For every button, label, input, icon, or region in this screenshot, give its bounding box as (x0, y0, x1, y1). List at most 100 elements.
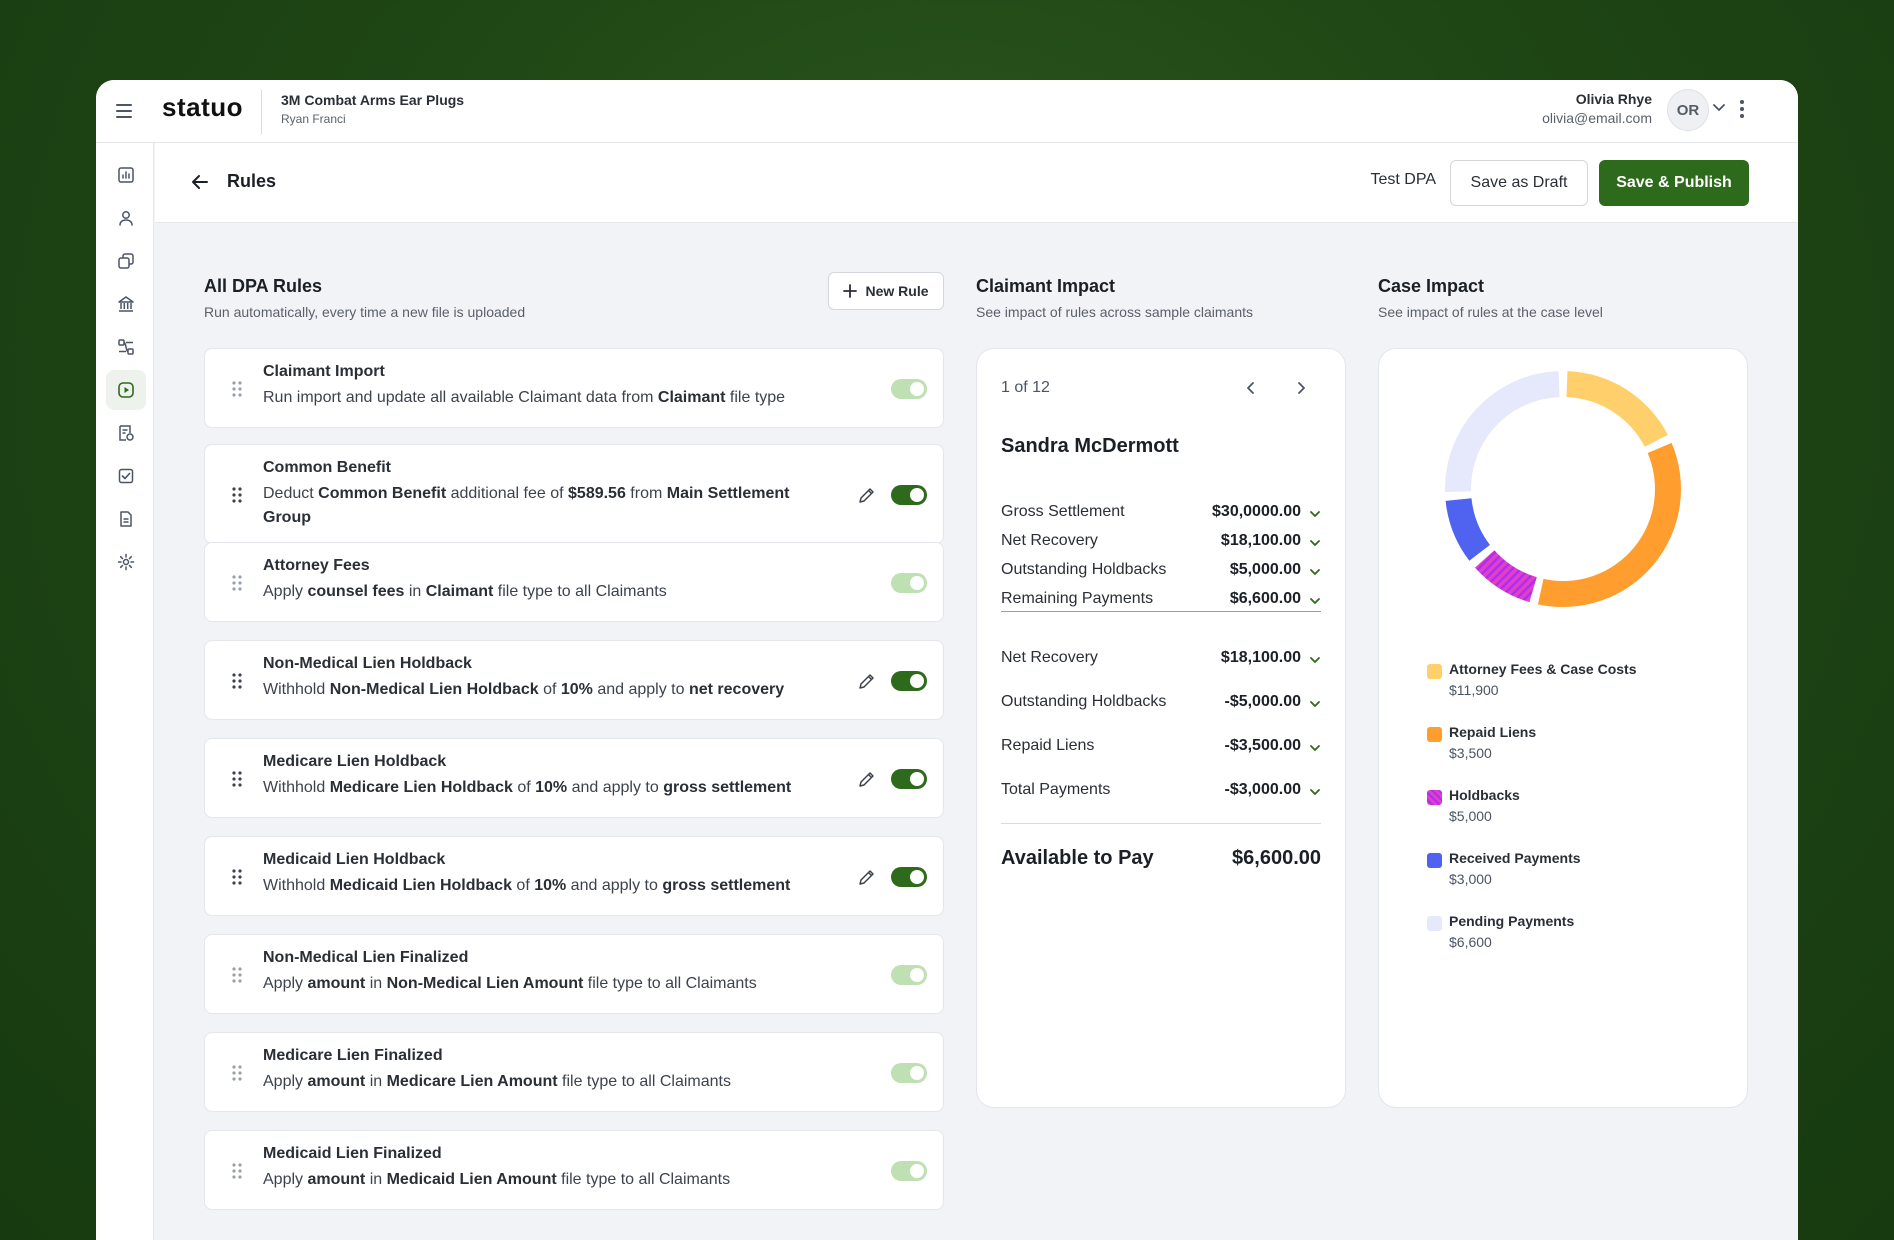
rule-description: Withhold Medicare Lien Holdback of 10% a… (263, 779, 792, 796)
user-name: Olivia Rhye (1575, 91, 1652, 107)
legend-item: Attorney Fees & Case Costs $11,900 (1427, 661, 1707, 701)
rule-card[interactable]: Medicare Lien Finalized Apply amount in M… (204, 1032, 944, 1112)
menu-icon[interactable] (116, 100, 138, 122)
available-to-pay-value: $6,600.00 (1232, 847, 1321, 869)
divider (1001, 611, 1321, 612)
case-impact-title: Case Impact (1378, 276, 1485, 296)
back-arrow-icon[interactable] (189, 171, 211, 193)
app-logo[interactable]: statuo (162, 92, 243, 123)
amount-row[interactable]: Outstanding Holdbacks $5,000.00 (1001, 559, 1321, 583)
top-bar: statuo 3M Combat Arms Ear Plugs Ryan Fra… (96, 80, 1798, 143)
amount-value: -$3,000.00 (1224, 781, 1301, 798)
rule-card[interactable]: Medicaid Lien Holdback Withhold Medicaid … (204, 836, 944, 916)
test-dpa-button[interactable]: Test DPA (1371, 171, 1437, 189)
rule-toggle[interactable] (891, 573, 927, 593)
rule-description: Withhold Medicaid Lien Holdback of 10% a… (263, 877, 791, 894)
user-icon[interactable] (106, 198, 146, 238)
legend-label: Repaid Liens (1449, 724, 1537, 740)
rule-card[interactable]: Non-Medical Lien Finalized Apply amount i… (204, 934, 944, 1014)
drag-handle-icon[interactable] (231, 672, 243, 690)
amount-value: $18,100.00 (1220, 649, 1301, 666)
drag-handle-icon[interactable] (231, 486, 243, 504)
drag-handle-icon[interactable] (231, 966, 243, 984)
copy-icon[interactable] (106, 241, 146, 281)
chevron-down-icon[interactable] (1309, 594, 1321, 606)
toggle-knob (910, 382, 924, 396)
avatar[interactable]: OR (1667, 89, 1709, 131)
rule-card[interactable]: Attorney Fees Apply counsel fees in Claim… (204, 542, 944, 622)
chevron-down-icon[interactable] (1309, 741, 1321, 753)
amount-row[interactable]: Remaining Payments $6,600.00 (1001, 588, 1321, 612)
bank-icon[interactable] (106, 284, 146, 324)
drag-handle-icon[interactable] (231, 1064, 243, 1082)
rule-toggle[interactable] (891, 965, 927, 985)
claimant-impact-card: 1 of 12 Sandra McDermott Gross Settlemen… (976, 348, 1346, 1108)
rule-card[interactable]: Non-Medical Lien Holdback Withhold Non-Me… (204, 640, 944, 720)
amount-row[interactable]: Gross Settlement $30,0000.00 (1001, 501, 1321, 525)
workflow-icon[interactable] (106, 327, 146, 367)
rule-card[interactable]: Medicaid Lien Finalized Apply amount in M… (204, 1130, 944, 1210)
pencil-icon[interactable] (857, 671, 877, 691)
chevron-down-icon[interactable] (1309, 653, 1321, 665)
chevron-down-icon[interactable] (1309, 507, 1321, 519)
donut-slice[interactable] (1537, 442, 1681, 607)
pencil-icon[interactable] (857, 485, 877, 505)
receipt-icon[interactable] (106, 413, 146, 453)
donut-slice[interactable] (1445, 371, 1560, 492)
amount-row[interactable]: Outstanding Holdbacks -$5,000.00 (1001, 691, 1321, 715)
rule-toggle[interactable] (891, 671, 927, 691)
amount-row[interactable]: Net Recovery $18,100.00 (1001, 530, 1321, 554)
rule-toggle[interactable] (891, 1063, 927, 1083)
document-icon[interactable] (106, 499, 146, 539)
amount-label: Remaining Payments (1001, 590, 1154, 607)
donut-slice[interactable] (1566, 371, 1668, 447)
amount-row[interactable]: Total Payments -$3,000.00 (1001, 779, 1321, 803)
legend-item: Holdbacks $5,000 (1427, 787, 1707, 827)
rule-toggle[interactable] (891, 769, 927, 789)
drag-handle-icon[interactable] (231, 574, 243, 592)
rule-toggle[interactable] (891, 867, 927, 887)
chevron-down-icon[interactable] (1309, 565, 1321, 577)
amount-label: Total Payments (1001, 781, 1111, 798)
settings-icon[interactable] (106, 542, 146, 582)
amount-row[interactable]: Repaid Liens -$3,500.00 (1001, 735, 1321, 759)
play-icon[interactable] (106, 370, 146, 410)
legend-swatch (1427, 853, 1442, 868)
more-vertical-icon[interactable] (1738, 98, 1746, 120)
chevron-left-icon[interactable] (1242, 379, 1260, 397)
drag-handle-icon[interactable] (231, 770, 243, 788)
dashboard-icon[interactable] (106, 155, 146, 195)
pencil-icon[interactable] (857, 769, 877, 789)
amount-value: -$3,500.00 (1224, 737, 1301, 754)
amount-value: $18,100.00 (1220, 532, 1301, 549)
checklist-icon[interactable] (106, 456, 146, 496)
chevron-right-icon[interactable] (1292, 379, 1310, 397)
pencil-icon[interactable] (857, 867, 877, 887)
save-publish-button[interactable]: Save & Publish (1599, 160, 1749, 206)
amount-value: -$5,000.00 (1224, 693, 1301, 710)
rule-title: Medicaid Lien Finalized (263, 1145, 442, 1162)
drag-handle-icon[interactable] (231, 1162, 243, 1180)
donut-slice[interactable] (1445, 498, 1490, 561)
case-subtitle: Ryan Franci (281, 112, 346, 126)
chevron-down-icon[interactable] (1309, 785, 1321, 797)
drag-handle-icon[interactable] (231, 868, 243, 886)
drag-handle-icon[interactable] (231, 380, 243, 398)
rule-card[interactable]: Common Benefit Deduct Common Benefit addi… (204, 444, 944, 544)
rule-toggle[interactable] (891, 379, 927, 399)
chevron-down-icon[interactable] (1309, 536, 1321, 548)
rule-toggle[interactable] (891, 485, 927, 505)
donut-slice[interactable] (1474, 550, 1537, 603)
new-rule-button[interactable]: New Rule (828, 272, 944, 310)
chevron-down-icon[interactable] (1712, 100, 1726, 114)
rule-card[interactable]: Claimant Import Run import and update all… (204, 348, 944, 428)
legend-label: Pending Payments (1449, 913, 1575, 929)
rule-title: Non-Medical Lien Holdback (263, 655, 472, 672)
amount-label: Repaid Liens (1001, 737, 1095, 754)
rule-card[interactable]: Medicare Lien Holdback Withhold Medicare … (204, 738, 944, 818)
amount-row[interactable]: Net Recovery $18,100.00 (1001, 647, 1321, 671)
save-draft-button[interactable]: Save as Draft (1450, 160, 1588, 206)
rule-toggle[interactable] (891, 1161, 927, 1181)
chevron-down-icon[interactable] (1309, 697, 1321, 709)
rule-title: Non-Medical Lien Finalized (263, 949, 469, 966)
